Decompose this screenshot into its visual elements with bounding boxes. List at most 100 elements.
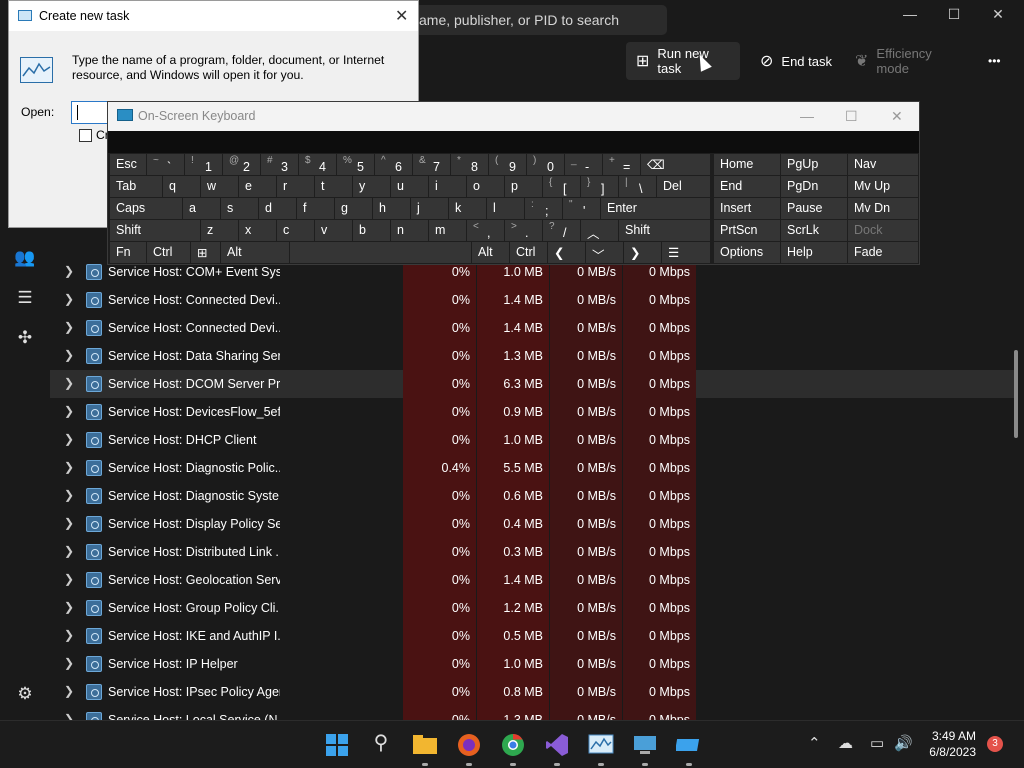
search-input[interactable]: ame, publisher, or PID to search xyxy=(405,5,667,35)
key-context-menu[interactable]: ☰ xyxy=(662,242,710,263)
file-explorer-icon[interactable] xyxy=(410,730,440,760)
expand-chevron-icon[interactable]: ❯ xyxy=(64,600,74,614)
maximize-button[interactable]: ☐ xyxy=(934,6,974,26)
key-letter[interactable]: g xyxy=(335,198,372,219)
key-letter[interactable]: u xyxy=(391,176,428,197)
key-letter[interactable]: j xyxy=(411,198,448,219)
key-symbol[interactable]: ? / xyxy=(543,220,580,241)
expand-chevron-icon[interactable]: ❯ xyxy=(64,348,74,362)
key-letter[interactable]: o xyxy=(467,176,504,197)
end-task-button[interactable]: ⊘ End task xyxy=(750,42,842,80)
key-num[interactable]: ! 1 xyxy=(185,154,222,175)
admin-privileges-checkbox[interactable] xyxy=(79,129,92,142)
key-pgdn[interactable]: PgDn xyxy=(781,176,847,197)
osk-maximize-button[interactable]: ☐ xyxy=(845,108,858,125)
expand-chevron-icon[interactable]: ❯ xyxy=(64,572,74,586)
key-letter[interactable]: h xyxy=(373,198,410,219)
key-backspace[interactable]: ⌫ xyxy=(641,154,710,175)
more-options-button[interactable]: ••• xyxy=(978,42,1018,80)
key-nav[interactable]: Nav xyxy=(848,154,918,175)
key-home[interactable]: Home xyxy=(714,154,780,175)
expand-chevron-icon[interactable]: ❯ xyxy=(64,264,74,278)
key-space[interactable] xyxy=(290,242,471,263)
key-symbol[interactable]: <, xyxy=(467,220,504,241)
key-letter[interactable]: b xyxy=(353,220,390,241)
expand-chevron-icon[interactable]: ❯ xyxy=(64,712,74,720)
key-ctrl-right[interactable]: Ctrl xyxy=(510,242,547,263)
start-windows-icon[interactable] xyxy=(322,730,352,760)
key-right-arrow[interactable]: ❯ xyxy=(624,242,661,263)
expand-chevron-icon[interactable]: ❯ xyxy=(64,628,74,642)
key-symbol[interactable]: :; xyxy=(525,198,562,219)
key-del[interactable]: Del xyxy=(657,176,710,197)
table-row[interactable]: ❯ Service Host: Connected Devi... 0% 1.4 MB… xyxy=(50,314,1016,342)
show-hidden-icons-chevron-icon[interactable]: ⌃ xyxy=(808,734,821,752)
key-letter[interactable]: v xyxy=(315,220,352,241)
key-windows[interactable]: ⊞ xyxy=(191,242,220,263)
clock[interactable]: 3:49 AM 6/8/2023 xyxy=(916,728,976,760)
key-mvdn[interactable]: Mv Dn xyxy=(848,198,918,219)
key-end[interactable]: End xyxy=(714,176,780,197)
dialog-close-button[interactable]: ✕ xyxy=(395,6,408,26)
table-row[interactable]: ❯ Service Host: Group Policy Cli... 0% 1.2 … xyxy=(50,594,1016,622)
key-help[interactable]: Help xyxy=(781,242,847,263)
table-row[interactable]: ❯ Service Host: IPsec Policy Agent 0% 0.8 M… xyxy=(50,678,1016,706)
expand-chevron-icon[interactable]: ❯ xyxy=(64,516,74,530)
key-num[interactable]: & 7 xyxy=(413,154,450,175)
visual-studio-icon[interactable] xyxy=(542,730,572,760)
expand-chevron-icon[interactable]: ❯ xyxy=(64,460,74,474)
users-icon[interactable]: 👥 xyxy=(12,248,38,274)
table-row[interactable]: ❯ Service Host: Display Policy Se... 0% 0.4… xyxy=(50,510,1016,538)
table-row[interactable]: ❯ Service Host: Geolocation Serv... 0% 1.4 … xyxy=(50,566,1016,594)
key-prtscn[interactable]: PrtScn xyxy=(714,220,780,241)
table-row[interactable]: ❯ Service Host: Diagnostic Syste... 0% 0.6 … xyxy=(50,482,1016,510)
osk-close-button[interactable]: ✕ xyxy=(891,108,903,125)
services-puzzle-icon[interactable]: ✣ xyxy=(12,328,38,354)
firefox-icon[interactable] xyxy=(454,730,484,760)
expand-chevron-icon[interactable]: ❯ xyxy=(64,656,74,670)
key-options[interactable]: Options xyxy=(714,242,780,263)
key-symbol[interactable]: " ' xyxy=(563,198,600,219)
key-letter[interactable]: z xyxy=(201,220,238,241)
key-letter[interactable]: w xyxy=(201,176,238,197)
key-pgup[interactable]: PgUp xyxy=(781,154,847,175)
key-letter[interactable]: q xyxy=(163,176,200,197)
key-esc[interactable]: Esc xyxy=(110,154,146,175)
efficiency-mode-button[interactable]: ❦ Efficiency mode xyxy=(845,42,975,80)
table-row[interactable]: ❯ Service Host: IKE and AuthIP I... 0% 0.5 … xyxy=(50,622,1016,650)
key-symbol[interactable]: {[ xyxy=(543,176,580,197)
search-icon[interactable]: ⚲ xyxy=(366,730,396,760)
key-letter[interactable]: y xyxy=(353,176,390,197)
key-num[interactable]: % 5 xyxy=(337,154,374,175)
key-insert[interactable]: Insert xyxy=(714,198,780,219)
expand-chevron-icon[interactable]: ❯ xyxy=(64,320,74,334)
remote-desktop-icon[interactable] xyxy=(630,730,660,760)
key-num[interactable]: + = xyxy=(603,154,640,175)
key-up-arrow[interactable]: ︿ xyxy=(581,220,618,241)
key-dock[interactable]: Dock xyxy=(848,220,918,241)
key-num[interactable]: _ - xyxy=(565,154,602,175)
key-scrlk[interactable]: ScrLk xyxy=(781,220,847,241)
key-fade[interactable]: Fade xyxy=(848,242,918,263)
key-ctrl-left[interactable]: Ctrl xyxy=(147,242,190,263)
key-alt-left[interactable]: Alt xyxy=(221,242,289,263)
expand-chevron-icon[interactable]: ❯ xyxy=(64,544,74,558)
key-down-arrow[interactable]: ﹀ xyxy=(586,242,623,263)
settings-gear-icon[interactable]: ⚙ xyxy=(12,684,38,710)
key-num[interactable]: ~ ` xyxy=(147,154,184,175)
key-letter[interactable]: l xyxy=(487,198,524,219)
notification-badge[interactable]: 3 xyxy=(987,736,1003,752)
key-letter[interactable]: s xyxy=(221,198,258,219)
key-num[interactable]: (9 xyxy=(489,154,526,175)
chrome-icon[interactable] xyxy=(498,730,528,760)
minimize-button[interactable]: — xyxy=(890,6,930,26)
key-symbol[interactable]: | \ xyxy=(619,176,656,197)
key-letter[interactable]: f xyxy=(297,198,334,219)
key-symbol[interactable]: }] xyxy=(581,176,618,197)
table-row[interactable]: ❯ Service Host: Local Service (N... 0% 1.3 … xyxy=(50,706,1016,720)
table-row[interactable]: ❯ Service Host: Data Sharing Ser... 0% 1.3 … xyxy=(50,342,1016,370)
key-num[interactable]: @2 xyxy=(223,154,260,175)
expand-chevron-icon[interactable]: ❯ xyxy=(64,404,74,418)
expand-chevron-icon[interactable]: ❯ xyxy=(64,684,74,698)
key-fn[interactable]: Fn xyxy=(110,242,146,263)
